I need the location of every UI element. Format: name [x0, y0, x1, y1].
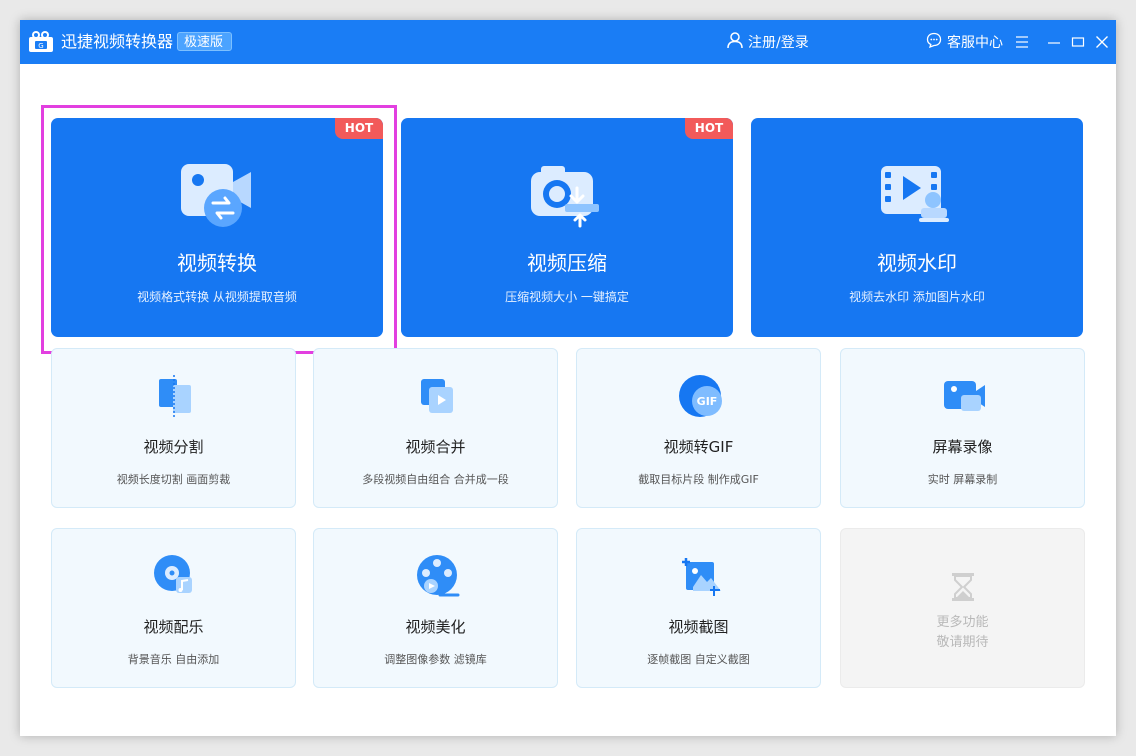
tool-subtitle: 视频去水印 添加图片水印 [849, 290, 985, 304]
hamburger-menu-icon[interactable] [1012, 32, 1032, 52]
tool-card-video-convert[interactable]: HOT 视频转换 视频格式转换 从视频提取音频 [51, 118, 383, 337]
tool-subtitle: 多段视频自由组合 合并成一段 [362, 473, 509, 486]
video-split-icon [152, 373, 198, 419]
app-title: 迅捷视频转换器 [61, 32, 174, 51]
login-label: 注册/登录 [748, 35, 809, 51]
tool-title: 视频转换 [177, 251, 257, 275]
video-merge-icon [414, 373, 460, 419]
tool-title: 视频合并 [405, 438, 466, 456]
app-window: G 迅捷视频转换器 极速版 注册/登录 客服中心 HOT 视频转换 视频格式转换… [20, 20, 1116, 736]
tool-card-video-to-gif[interactable]: GIF 视频转GIF 截取目标片段 制作成GIF [576, 348, 821, 508]
tool-subtitle: 截取目标片段 制作成GIF [638, 473, 759, 486]
tool-subtitle: 逐帧截图 自定义截图 [647, 653, 750, 666]
tool-card-video-beautify[interactable]: 视频美化 调整图像参数 滤镜库 [313, 528, 558, 688]
svg-text:GIF: GIF [697, 395, 718, 408]
tool-title: 屏幕录像 [932, 438, 993, 456]
tool-subtitle: 调整图像参数 滤镜库 [384, 653, 487, 666]
chat-bubble-icon [926, 32, 942, 52]
hot-badge: HOT [685, 118, 733, 139]
tool-card-more-coming-soon: 更多功能 敬请期待 [840, 528, 1085, 688]
tool-subtitle: 实时 屏幕录制 [927, 473, 998, 486]
tool-subtitle: 背景音乐 自由添加 [127, 653, 220, 666]
hourglass-icon [945, 569, 981, 605]
title-bar: G 迅捷视频转换器 极速版 注册/登录 客服中心 [20, 20, 1116, 64]
tool-title: 视频水印 [877, 251, 957, 275]
tool-title: 视频分割 [143, 438, 204, 456]
customer-service-label: 客服中心 [947, 35, 1003, 51]
hot-badge: HOT [335, 118, 383, 139]
tool-subtitle: 压缩视频大小 一键搞定 [505, 290, 629, 304]
close-icon[interactable] [1092, 32, 1112, 52]
gif-icon: GIF [677, 373, 723, 419]
main-content: HOT 视频转换 视频格式转换 从视频提取音频 HOT 视频压缩 压缩视频大小 … [20, 64, 1116, 736]
tool-card-video-music[interactable]: 视频配乐 背景音乐 自由添加 [51, 528, 296, 688]
tool-card-video-compress[interactable]: HOT 视频压缩 压缩视频大小 一键搞定 [401, 118, 733, 337]
login-button[interactable]: 注册/登录 [726, 32, 809, 52]
more-line-2: 敬请期待 [936, 635, 989, 650]
edition-badge: 极速版 [177, 32, 233, 51]
user-icon [726, 31, 744, 53]
video-watermark-icon [877, 160, 957, 232]
tool-title: 视频美化 [405, 618, 466, 636]
tool-subtitle: 视频格式转换 从视频提取音频 [137, 290, 297, 304]
tool-title: 视频截图 [668, 618, 729, 636]
screenshot-icon [677, 553, 723, 599]
tool-card-video-screenshot[interactable]: 视频截图 逐帧截图 自定义截图 [576, 528, 821, 688]
screen-record-icon [941, 373, 987, 419]
tool-title: 视频压缩 [527, 251, 607, 275]
tool-card-video-split[interactable]: 视频分割 视频长度切割 画面剪裁 [51, 348, 296, 508]
more-line-1: 更多功能 [936, 615, 989, 630]
maximize-icon[interactable] [1068, 32, 1088, 52]
tool-card-video-merge[interactable]: 视频合并 多段视频自由组合 合并成一段 [313, 348, 558, 508]
customer-service-button[interactable]: 客服中心 [926, 32, 1003, 52]
tool-card-video-watermark[interactable]: 视频水印 视频去水印 添加图片水印 [751, 118, 1083, 337]
video-compress-icon [527, 160, 607, 232]
tool-card-screen-record[interactable]: 屏幕录像 实时 屏幕录制 [840, 348, 1085, 508]
tool-subtitle: 视频长度切割 画面剪裁 [116, 473, 231, 486]
svg-text:G: G [38, 42, 43, 50]
film-reel-icon [414, 553, 460, 599]
minimize-icon[interactable] [1044, 32, 1064, 52]
tool-title: 视频转GIF [663, 438, 734, 456]
video-convert-icon [177, 160, 257, 232]
tool-title: 视频配乐 [143, 618, 204, 636]
music-disc-icon [152, 553, 198, 599]
camera-logo-icon: G [28, 30, 54, 54]
